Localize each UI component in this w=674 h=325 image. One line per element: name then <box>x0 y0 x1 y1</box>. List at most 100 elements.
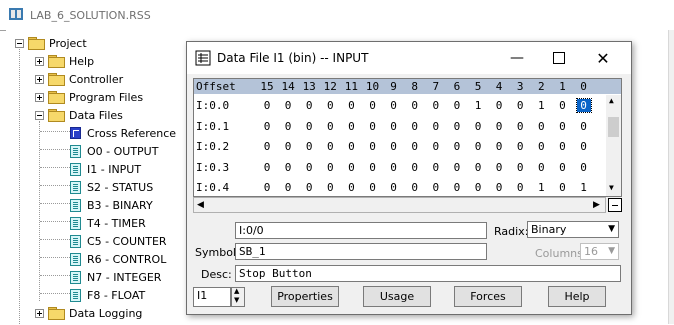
bit-cell[interactable]: 0 <box>387 99 401 112</box>
bit-cell[interactable]: 0 <box>555 140 569 153</box>
bit-cell[interactable]: 0 <box>534 161 548 174</box>
bit-cell[interactable]: 0 <box>260 161 274 174</box>
usage-button[interactable]: Usage <box>363 286 431 307</box>
bit-cell[interactable]: 0 <box>471 161 485 174</box>
bit-cell[interactable]: 0 <box>429 161 443 174</box>
bit-cell[interactable]: 1 <box>534 181 548 194</box>
scroll-thumb[interactable] <box>608 117 619 137</box>
split-toggle-button[interactable] <box>608 198 622 212</box>
bit-cell[interactable]: 0 <box>492 99 506 112</box>
bit-cell[interactable]: 0 <box>534 140 548 153</box>
bit-cell[interactable]: 0 <box>513 140 527 153</box>
scroll-down-icon[interactable]: ▼ <box>609 183 614 192</box>
bit-cell[interactable]: 0 <box>513 120 527 133</box>
bit-cell[interactable]: 0 <box>513 99 527 112</box>
bit-cell[interactable]: 0 <box>302 99 316 112</box>
bit-cell[interactable]: 0 <box>387 140 401 153</box>
tree-item-b3-binary[interactable]: B3 - BINARY <box>70 197 153 213</box>
bit-cell[interactable]: 1 <box>577 181 591 194</box>
bit-cell[interactable]: 0 <box>281 161 295 174</box>
scroll-up-icon[interactable]: ▲ <box>609 96 614 105</box>
bit-cell[interactable]: 0 <box>387 161 401 174</box>
tree-item-r6-control[interactable]: R6 - CONTROL <box>70 251 166 267</box>
grid-vertical-scrollbar[interactable]: ▲ ▼ <box>606 95 621 196</box>
bit-cell[interactable]: 0 <box>450 120 464 133</box>
bit-cell[interactable]: 0 <box>577 140 591 153</box>
chevron-down-icon[interactable]: ▼ <box>608 222 615 237</box>
expand-icon[interactable] <box>35 308 44 318</box>
selected-bit-cell[interactable]: 0 <box>575 98 592 113</box>
dialog-title-bar[interactable]: Data File I1 (bin) -- INPUT — ✕ <box>187 42 631 74</box>
collapse-icon[interactable] <box>35 110 44 120</box>
bit-cell[interactable]: 0 <box>260 120 274 133</box>
bit-cell[interactable]: 0 <box>302 161 316 174</box>
bit-cell[interactable]: 0 <box>492 181 506 194</box>
bit-cell[interactable]: 0 <box>344 99 358 112</box>
address-field[interactable]: I:0/0 <box>235 222 487 239</box>
tree-item-program-files[interactable]: Program Files <box>35 89 143 105</box>
bit-cell[interactable]: 0 <box>387 181 401 194</box>
symbol-field[interactable]: SB_1 <box>235 243 487 260</box>
spinner-buttons[interactable]: ▲ ▼ <box>231 287 245 307</box>
bit-cell[interactable]: 0 <box>471 120 485 133</box>
bit-cell[interactable]: 0 <box>302 181 316 194</box>
bit-cell[interactable]: 0 <box>281 99 295 112</box>
bit-cell[interactable]: 0 <box>534 120 548 133</box>
bit-cell[interactable]: 0 <box>281 140 295 153</box>
maximize-button[interactable] <box>539 42 579 74</box>
bit-cell[interactable]: 0 <box>577 120 591 133</box>
file-spinner[interactable]: I1 <box>193 287 231 307</box>
bit-cell[interactable]: 1 <box>471 99 485 112</box>
bit-cell[interactable]: 0 <box>408 120 422 133</box>
bit-cell[interactable]: 0 <box>260 140 274 153</box>
bit-cell[interactable]: 0 <box>492 120 506 133</box>
bit-cell[interactable]: 0 <box>323 140 337 153</box>
bit-cell[interactable]: 0 <box>366 99 380 112</box>
bit-cell[interactable]: 0 <box>387 120 401 133</box>
tree-item-help[interactable]: Help <box>35 53 94 69</box>
bit-cell[interactable]: 0 <box>302 140 316 153</box>
tree-item-t4-timer[interactable]: T4 - TIMER <box>70 215 146 231</box>
bit-cell[interactable]: 0 <box>408 181 422 194</box>
close-button[interactable]: ✕ <box>583 42 623 74</box>
scroll-left-icon[interactable]: ◀ <box>197 200 204 210</box>
tree-item-cross-reference[interactable]: Cross Reference <box>70 125 176 141</box>
bit-cell[interactable]: 0 <box>513 161 527 174</box>
bit-cell[interactable]: 0 <box>513 181 527 194</box>
spin-down-icon[interactable]: ▼ <box>234 296 239 304</box>
tree-item-project[interactable]: Project <box>15 35 87 51</box>
tree-item-f8-float[interactable]: F8 - FLOAT <box>70 287 145 303</box>
bit-cell[interactable]: 0 <box>408 140 422 153</box>
collapse-icon[interactable] <box>15 38 24 48</box>
minimize-button[interactable]: — <box>497 42 537 74</box>
bit-cell[interactable]: 0 <box>429 181 443 194</box>
bit-cell[interactable]: 0 <box>366 161 380 174</box>
bit-cell[interactable]: 0 <box>555 161 569 174</box>
bit-cell[interactable]: 0 <box>281 181 295 194</box>
properties-button[interactable]: Properties <box>271 286 339 307</box>
bit-cell[interactable]: 0 <box>408 99 422 112</box>
bit-cell[interactable]: 0 <box>366 140 380 153</box>
expand-icon[interactable] <box>35 92 44 102</box>
bit-cell[interactable]: 0 <box>344 181 358 194</box>
bit-cell[interactable]: 0 <box>344 140 358 153</box>
expand-icon[interactable] <box>35 74 44 84</box>
spin-up-icon[interactable]: ▲ <box>234 287 239 295</box>
bit-cell[interactable]: 0 <box>450 181 464 194</box>
bit-cell[interactable]: 0 <box>344 161 358 174</box>
tree-item-i1-input[interactable]: I1 - INPUT <box>70 161 141 177</box>
bit-cell[interactable]: 0 <box>577 161 591 174</box>
bit-cell[interactable]: 0 <box>344 120 358 133</box>
tree-item-s2-status[interactable]: S2 - STATUS <box>70 179 153 195</box>
bit-cell[interactable]: 0 <box>555 120 569 133</box>
tree-item-n7-integer[interactable]: N7 - INTEGER <box>70 269 161 285</box>
bit-cell[interactable]: 0 <box>260 181 274 194</box>
tree-scrollbar[interactable] <box>668 30 674 324</box>
bit-cell[interactable]: 0 <box>471 181 485 194</box>
bit-cell[interactable]: 0 <box>366 181 380 194</box>
bit-cell[interactable]: 0 <box>366 120 380 133</box>
tree-item-o0-output[interactable]: O0 - OUTPUT <box>70 143 158 159</box>
grid-horizontal-scrollbar[interactable]: ◀ ▶ <box>193 197 606 213</box>
bit-cell[interactable]: 0 <box>450 99 464 112</box>
bit-cell[interactable]: 0 <box>302 120 316 133</box>
